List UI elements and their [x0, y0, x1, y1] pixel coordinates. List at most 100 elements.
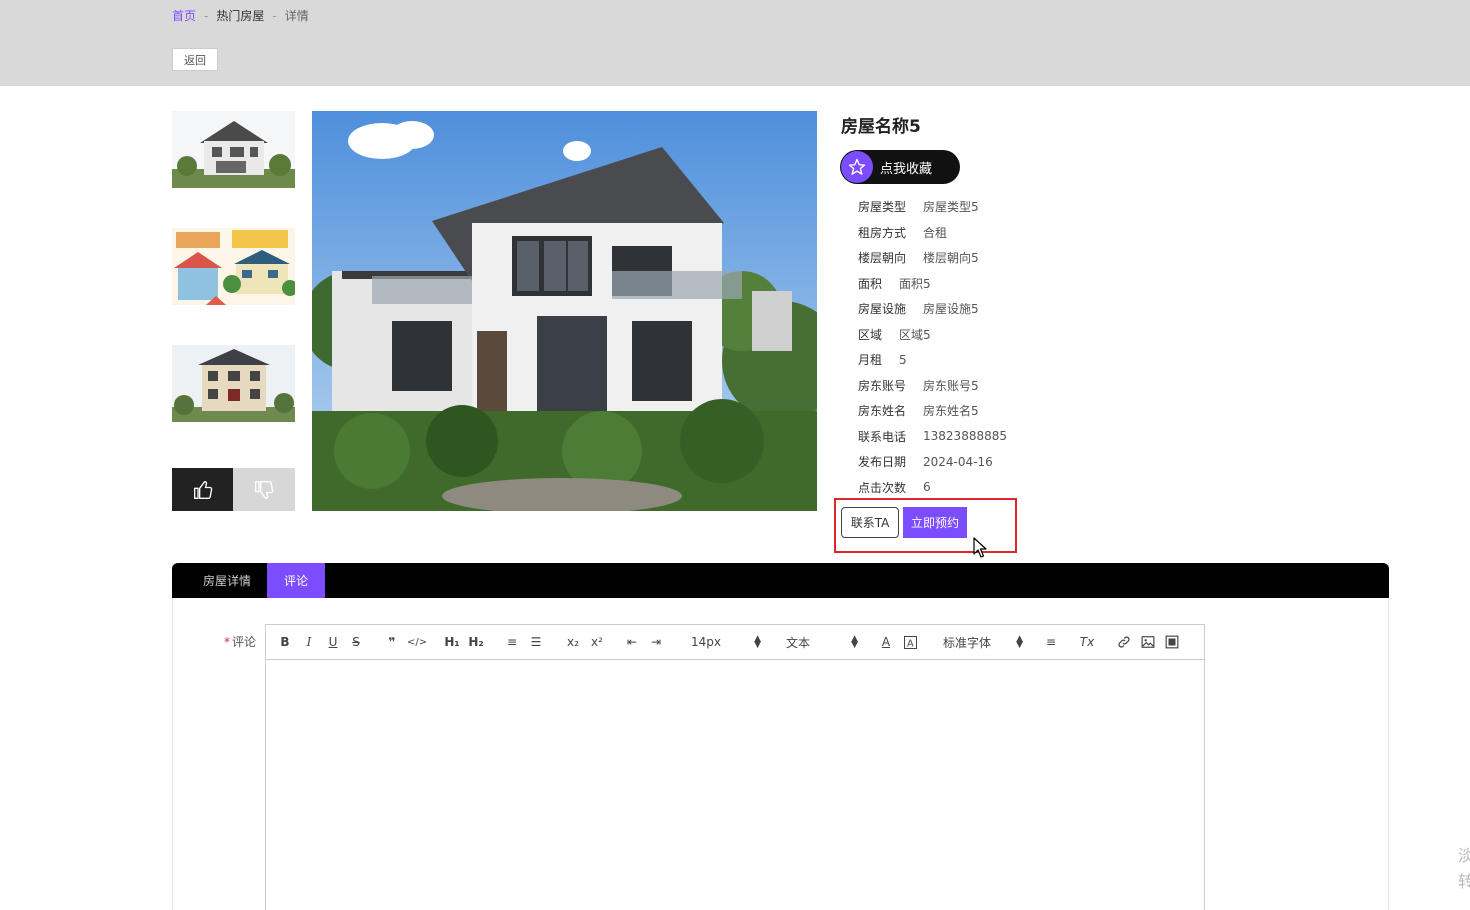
header-select[interactable]: 文本 ▲ ▼: [786, 633, 858, 651]
vote-buttons: [172, 468, 295, 511]
breadcrumb-section-link[interactable]: 热门房屋: [216, 7, 264, 24]
info-key: 月租: [858, 353, 883, 368]
info-value: 5: [899, 352, 907, 367]
link-icon: [1118, 636, 1130, 648]
background-color-button[interactable]: A: [902, 633, 918, 651]
info-value: 区域5: [899, 327, 931, 342]
info-key: 联系电话: [858, 429, 907, 444]
star-icon: [841, 151, 873, 183]
tab-bar: 房屋详情 评论: [172, 563, 1389, 598]
info-row-region: 区域 区域5: [858, 322, 1007, 348]
info-key: 点击次数: [858, 480, 907, 495]
info-row-publish-date: 发布日期 2024-04-16: [858, 449, 1007, 475]
link-button[interactable]: [1116, 633, 1132, 651]
info-row-phone: 联系电话 13823888885: [858, 424, 1007, 450]
info-key: 区域: [858, 327, 883, 342]
info-key: 发布日期: [858, 455, 907, 470]
subscript-button[interactable]: x₂: [564, 633, 582, 651]
font-family-select[interactable]: 标准字体 ▲ ▼: [943, 633, 1023, 651]
favorite-button[interactable]: 点我收藏: [840, 150, 960, 184]
superscript-button[interactable]: x²: [588, 633, 606, 651]
info-row-rent-mode: 租房方式 合租: [858, 220, 1007, 246]
thumbs-down-button[interactable]: [233, 468, 295, 511]
breadcrumb-current: 详情: [284, 9, 309, 23]
align-button[interactable]: ≡: [1043, 633, 1059, 651]
italic-button[interactable]: I: [302, 633, 316, 651]
info-row-monthly-rent: 月租 5: [858, 347, 1007, 373]
font-family-value: 标准字体: [943, 635, 992, 650]
indent-button[interactable]: ⇥: [648, 633, 664, 651]
thumbnail-2[interactable]: [172, 228, 295, 305]
info-row-area: 面积 面积5: [858, 271, 1007, 297]
info-key: 房屋设施: [858, 302, 907, 317]
font-size-value: 14px: [691, 635, 721, 649]
book-now-button[interactable]: 立即预约: [903, 507, 967, 538]
video-icon: [1165, 635, 1179, 649]
house-rendering-image: [312, 111, 817, 511]
house-thumbnail-image: [172, 111, 295, 188]
house-info-list: 房屋类型 房屋类型5 租房方式 合租 楼层朝向 楼层朝向5 面积 面积5 房屋设施 房屋设…: [858, 194, 1007, 500]
highlight-icon: A: [903, 635, 917, 649]
underline-button[interactable]: U: [326, 633, 340, 651]
thumbs-up-button[interactable]: [172, 468, 233, 511]
strikethrough-button[interactable]: S: [349, 633, 363, 651]
select-arrows-icon: ▲ ▼: [1016, 634, 1023, 650]
breadcrumb-separator: -: [272, 8, 277, 23]
select-arrows-icon: ▲ ▼: [754, 634, 761, 650]
thumbnail-3[interactable]: [172, 345, 295, 422]
info-value: 房屋类型5: [923, 200, 979, 215]
required-mark: *: [224, 635, 230, 649]
svg-text:A: A: [907, 638, 914, 649]
video-button[interactable]: [1164, 633, 1180, 651]
tab-comment[interactable]: 评论: [267, 563, 325, 598]
thumbnail-1[interactable]: [172, 111, 295, 188]
info-value: 房东账号5: [923, 378, 979, 393]
font-size-select[interactable]: 14px ▲ ▼: [691, 633, 761, 651]
info-value: 13823888885: [923, 429, 1007, 444]
thumbs-down-icon: [255, 480, 274, 499]
info-row-landlord-name: 房东姓名 房东姓名5: [858, 398, 1007, 424]
info-key: 租房方式: [858, 225, 907, 240]
mouse-cursor-icon: [973, 537, 987, 558]
villa-thumbnail-image: [172, 345, 295, 422]
info-key: 房东账号: [858, 378, 907, 393]
comment-field-label: * 评论: [224, 633, 256, 650]
select-arrows-icon: ▲ ▼: [851, 634, 858, 650]
outdent-button[interactable]: ⇤: [624, 633, 640, 651]
tab-house-details[interactable]: 房屋详情: [192, 563, 262, 598]
text-color-button[interactable]: A: [878, 633, 894, 651]
comment-label-text: 评论: [232, 635, 257, 649]
info-row-landlord-account: 房东账号 房东账号5: [858, 373, 1007, 399]
clear-format-button[interactable]: Tx: [1078, 633, 1096, 651]
bullet-list-button[interactable]: ☰: [528, 633, 544, 651]
info-value: 房东姓名5: [923, 404, 979, 419]
house-title: 房屋名称5: [841, 117, 921, 137]
contact-button[interactable]: 联系TA: [841, 507, 899, 538]
blockquote-button[interactable]: ❞: [384, 633, 400, 651]
back-button[interactable]: 返回: [172, 48, 218, 71]
bold-button[interactable]: B: [278, 633, 292, 651]
watermark-text: 淡转: [1458, 846, 1470, 891]
info-row-click-count: 点击次数 6: [858, 475, 1007, 501]
header-value: 文本: [786, 635, 811, 650]
info-value: 面积5: [899, 276, 931, 291]
comment-editor-area[interactable]: [266, 661, 1204, 910]
info-row-type: 房屋类型 房屋类型5: [858, 194, 1007, 220]
main-house-image: [312, 111, 817, 511]
house-illustration-image: [172, 228, 295, 305]
heading-2-button[interactable]: H₂: [467, 633, 485, 651]
breadcrumb-home-link[interactable]: 首页: [172, 7, 196, 24]
info-key: 房东姓名: [858, 404, 907, 419]
favorite-label: 点我收藏: [880, 161, 933, 177]
rich-text-editor: B I U S ❞ </> H₁ H₂ ≡ ☰ x₂ x² ⇤ ⇥ 14px ▲…: [265, 624, 1205, 910]
info-key: 楼层朝向: [858, 251, 907, 266]
info-value: 房屋设施5: [923, 302, 979, 317]
code-block-button[interactable]: </>: [407, 633, 427, 651]
info-row-facilities: 房屋设施 房屋设施5: [858, 296, 1007, 322]
info-value: 合租: [923, 225, 948, 240]
heading-1-button[interactable]: H₁: [443, 633, 461, 651]
ordered-list-button[interactable]: ≡: [504, 633, 520, 651]
info-row-orientation: 楼层朝向 楼层朝向5: [858, 245, 1007, 271]
image-button[interactable]: [1140, 633, 1156, 651]
info-value: 楼层朝向5: [923, 251, 979, 266]
